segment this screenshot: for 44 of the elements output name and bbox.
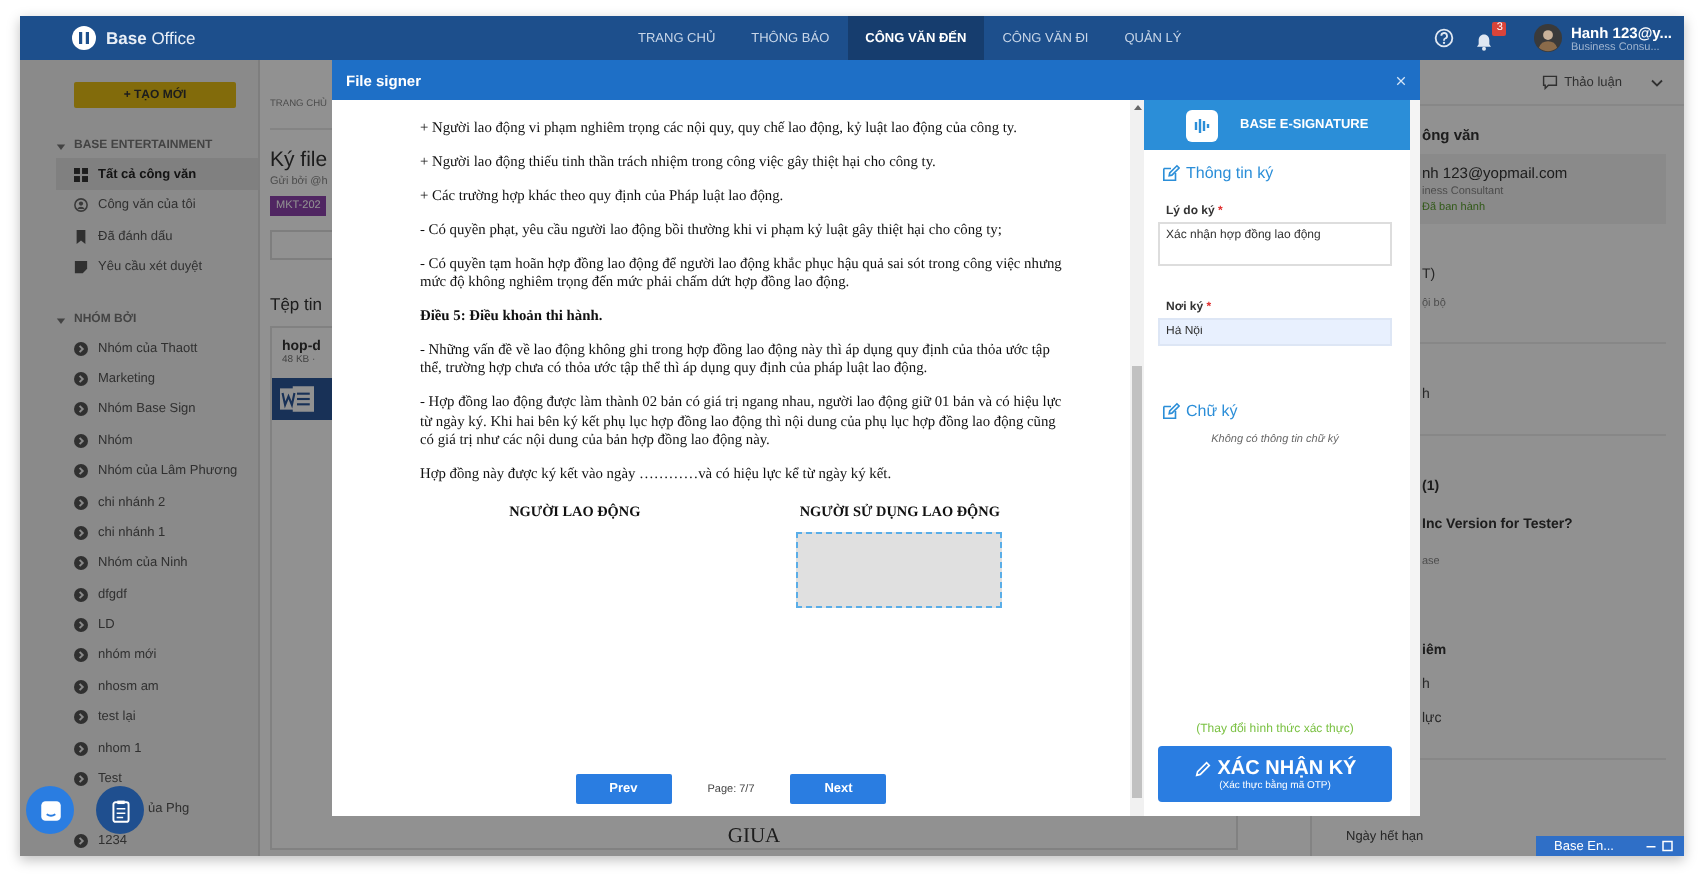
page-title: Ký file [270,148,328,172]
edit-icon [1162,402,1180,420]
chevron-down-icon[interactable] [1650,77,1664,87]
arrow-circle-icon [74,833,88,848]
chat-icon [37,797,63,823]
close-icon[interactable] [1396,75,1406,85]
clipboard-icon [107,797,133,823]
section-heading: Tệp tin [270,294,322,314]
arrow-circle-icon [74,618,88,633]
caret-icon[interactable] [56,315,66,326]
caret-icon[interactable] [56,141,66,152]
help-icon[interactable] [1434,28,1455,48]
edit-icon [1162,164,1180,182]
section-heading: Chữ ký [1186,402,1238,420]
logo-icon [1186,109,1218,141]
window-controls-icon [1644,840,1676,852]
arrow-circle-icon [74,402,88,417]
arrow-circle-icon [74,648,88,663]
avatar-icon[interactable] [1534,24,1563,52]
bookmark-icon [74,229,88,244]
arrow-circle-icon [74,371,88,386]
arrow-circle-icon [74,464,88,479]
arrow-circle-icon [74,495,88,509]
grid-icon [74,167,88,182]
arrow-circle-icon [74,341,88,356]
note-icon [74,260,88,275]
arrow-circle-icon [74,741,88,756]
arrow-circle-icon [74,710,88,725]
arrow-circle-icon [74,433,88,448]
logo-icon [72,26,96,50]
pen-icon [1193,759,1212,777]
section-heading: Thông tin ký [1186,164,1274,182]
document-icon [280,384,314,414]
user-icon [74,198,88,213]
document-preview-text: GIUA [727,826,781,848]
scrollbar[interactable] [1130,100,1144,816]
arrow-circle-icon [74,525,88,540]
arrow-circle-icon [74,679,88,694]
arrow-circle-icon [74,556,88,571]
bell-icon[interactable] [1474,32,1495,52]
arrow-circle-icon [74,772,88,787]
chat-icon [1542,74,1559,90]
arrow-circle-icon [74,587,88,602]
app-logo-text: Base Office [106,28,196,48]
